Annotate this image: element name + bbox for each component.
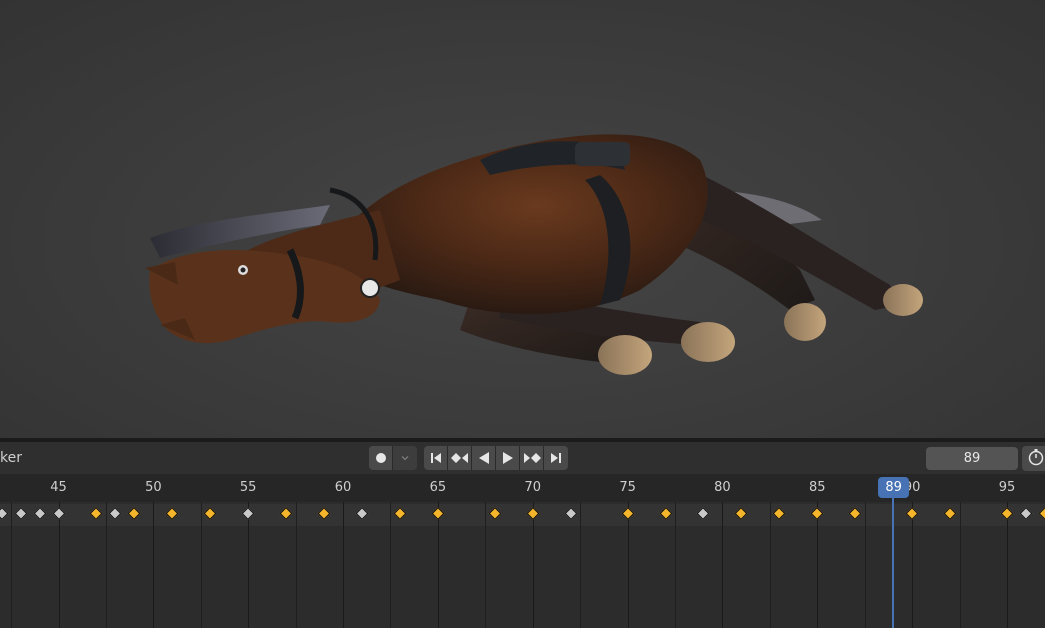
keying-menu-button[interactable]: [393, 446, 417, 470]
timeline-gridline: [722, 502, 723, 628]
ruler-tick-label: 80: [714, 480, 731, 495]
timeline-gridline: [817, 502, 818, 628]
timeline-gridline: [912, 502, 913, 628]
jump-to-end-button[interactable]: [544, 446, 568, 470]
jump-to-start-icon: [429, 451, 443, 465]
timeline-gridline: [485, 502, 486, 628]
timeline-gridline: [438, 502, 439, 628]
play-reverse-icon: [478, 451, 490, 465]
previous-keyframe-button[interactable]: [448, 446, 472, 470]
timeline-gridline: [390, 502, 391, 628]
ruler-tick-label: 60: [334, 480, 352, 495]
timeline-gridline: [628, 502, 629, 628]
ruler-tick-label: 55: [239, 480, 257, 495]
timeline-gridline: [11, 502, 12, 628]
previous-keyframe-icon: [450, 451, 469, 465]
timeline-gridline: [106, 502, 107, 628]
jump-to-end-icon: [549, 451, 563, 465]
timeline-gridline: [960, 502, 961, 628]
record-button[interactable]: [369, 446, 393, 470]
playback-timer-button[interactable]: [1022, 446, 1045, 471]
next-keyframe-button[interactable]: [520, 446, 544, 470]
next-keyframe-icon: [523, 451, 541, 465]
record-dot-icon: [375, 452, 387, 464]
ruler-tick-label: 95: [998, 480, 1016, 495]
timeline-gridline: [59, 502, 60, 628]
timeline-gridline: [248, 502, 249, 628]
chevron-down-icon: [400, 453, 410, 463]
ruler-tick-label: 85: [809, 480, 826, 495]
ruler-tick-label: 65: [429, 480, 447, 495]
playhead-line[interactable]: [892, 498, 895, 628]
stopwatch-icon: [1027, 448, 1045, 470]
play-reverse-button[interactable]: [472, 446, 496, 470]
timeline-gridline: [865, 502, 866, 628]
keying-group: [369, 446, 417, 470]
current-frame-field[interactable]: 89: [926, 447, 1018, 470]
3d-viewport[interactable]: [0, 0, 1045, 438]
timeline-gridline: [343, 502, 344, 628]
summary-channel-row[interactable]: [0, 504, 1045, 526]
playback-controls: [424, 446, 568, 470]
timeline-gridline: [770, 502, 771, 628]
ruler-tick-label: 70: [524, 480, 542, 495]
timeline-gridline: [1007, 502, 1008, 628]
timeline-gridline: [580, 502, 581, 628]
timeline-gridline: [201, 502, 202, 628]
horse-model[interactable]: [0, 0, 1045, 438]
jump-to-start-button[interactable]: [424, 446, 448, 470]
play-button[interactable]: [496, 446, 520, 470]
playhead-frame-badge[interactable]: 89: [878, 477, 910, 498]
timeline-gridline: [675, 502, 676, 628]
ruler-tick-label: 45: [50, 480, 67, 495]
ruler-tick-label: 75: [619, 480, 636, 495]
ruler-tick-label: 50: [145, 480, 162, 495]
timeline-gridline: [296, 502, 297, 628]
play-icon: [502, 451, 514, 465]
timeline-gridline: [153, 502, 154, 628]
header-menu-label[interactable]: ker: [0, 450, 22, 466]
timeline-gridline: [533, 502, 534, 628]
